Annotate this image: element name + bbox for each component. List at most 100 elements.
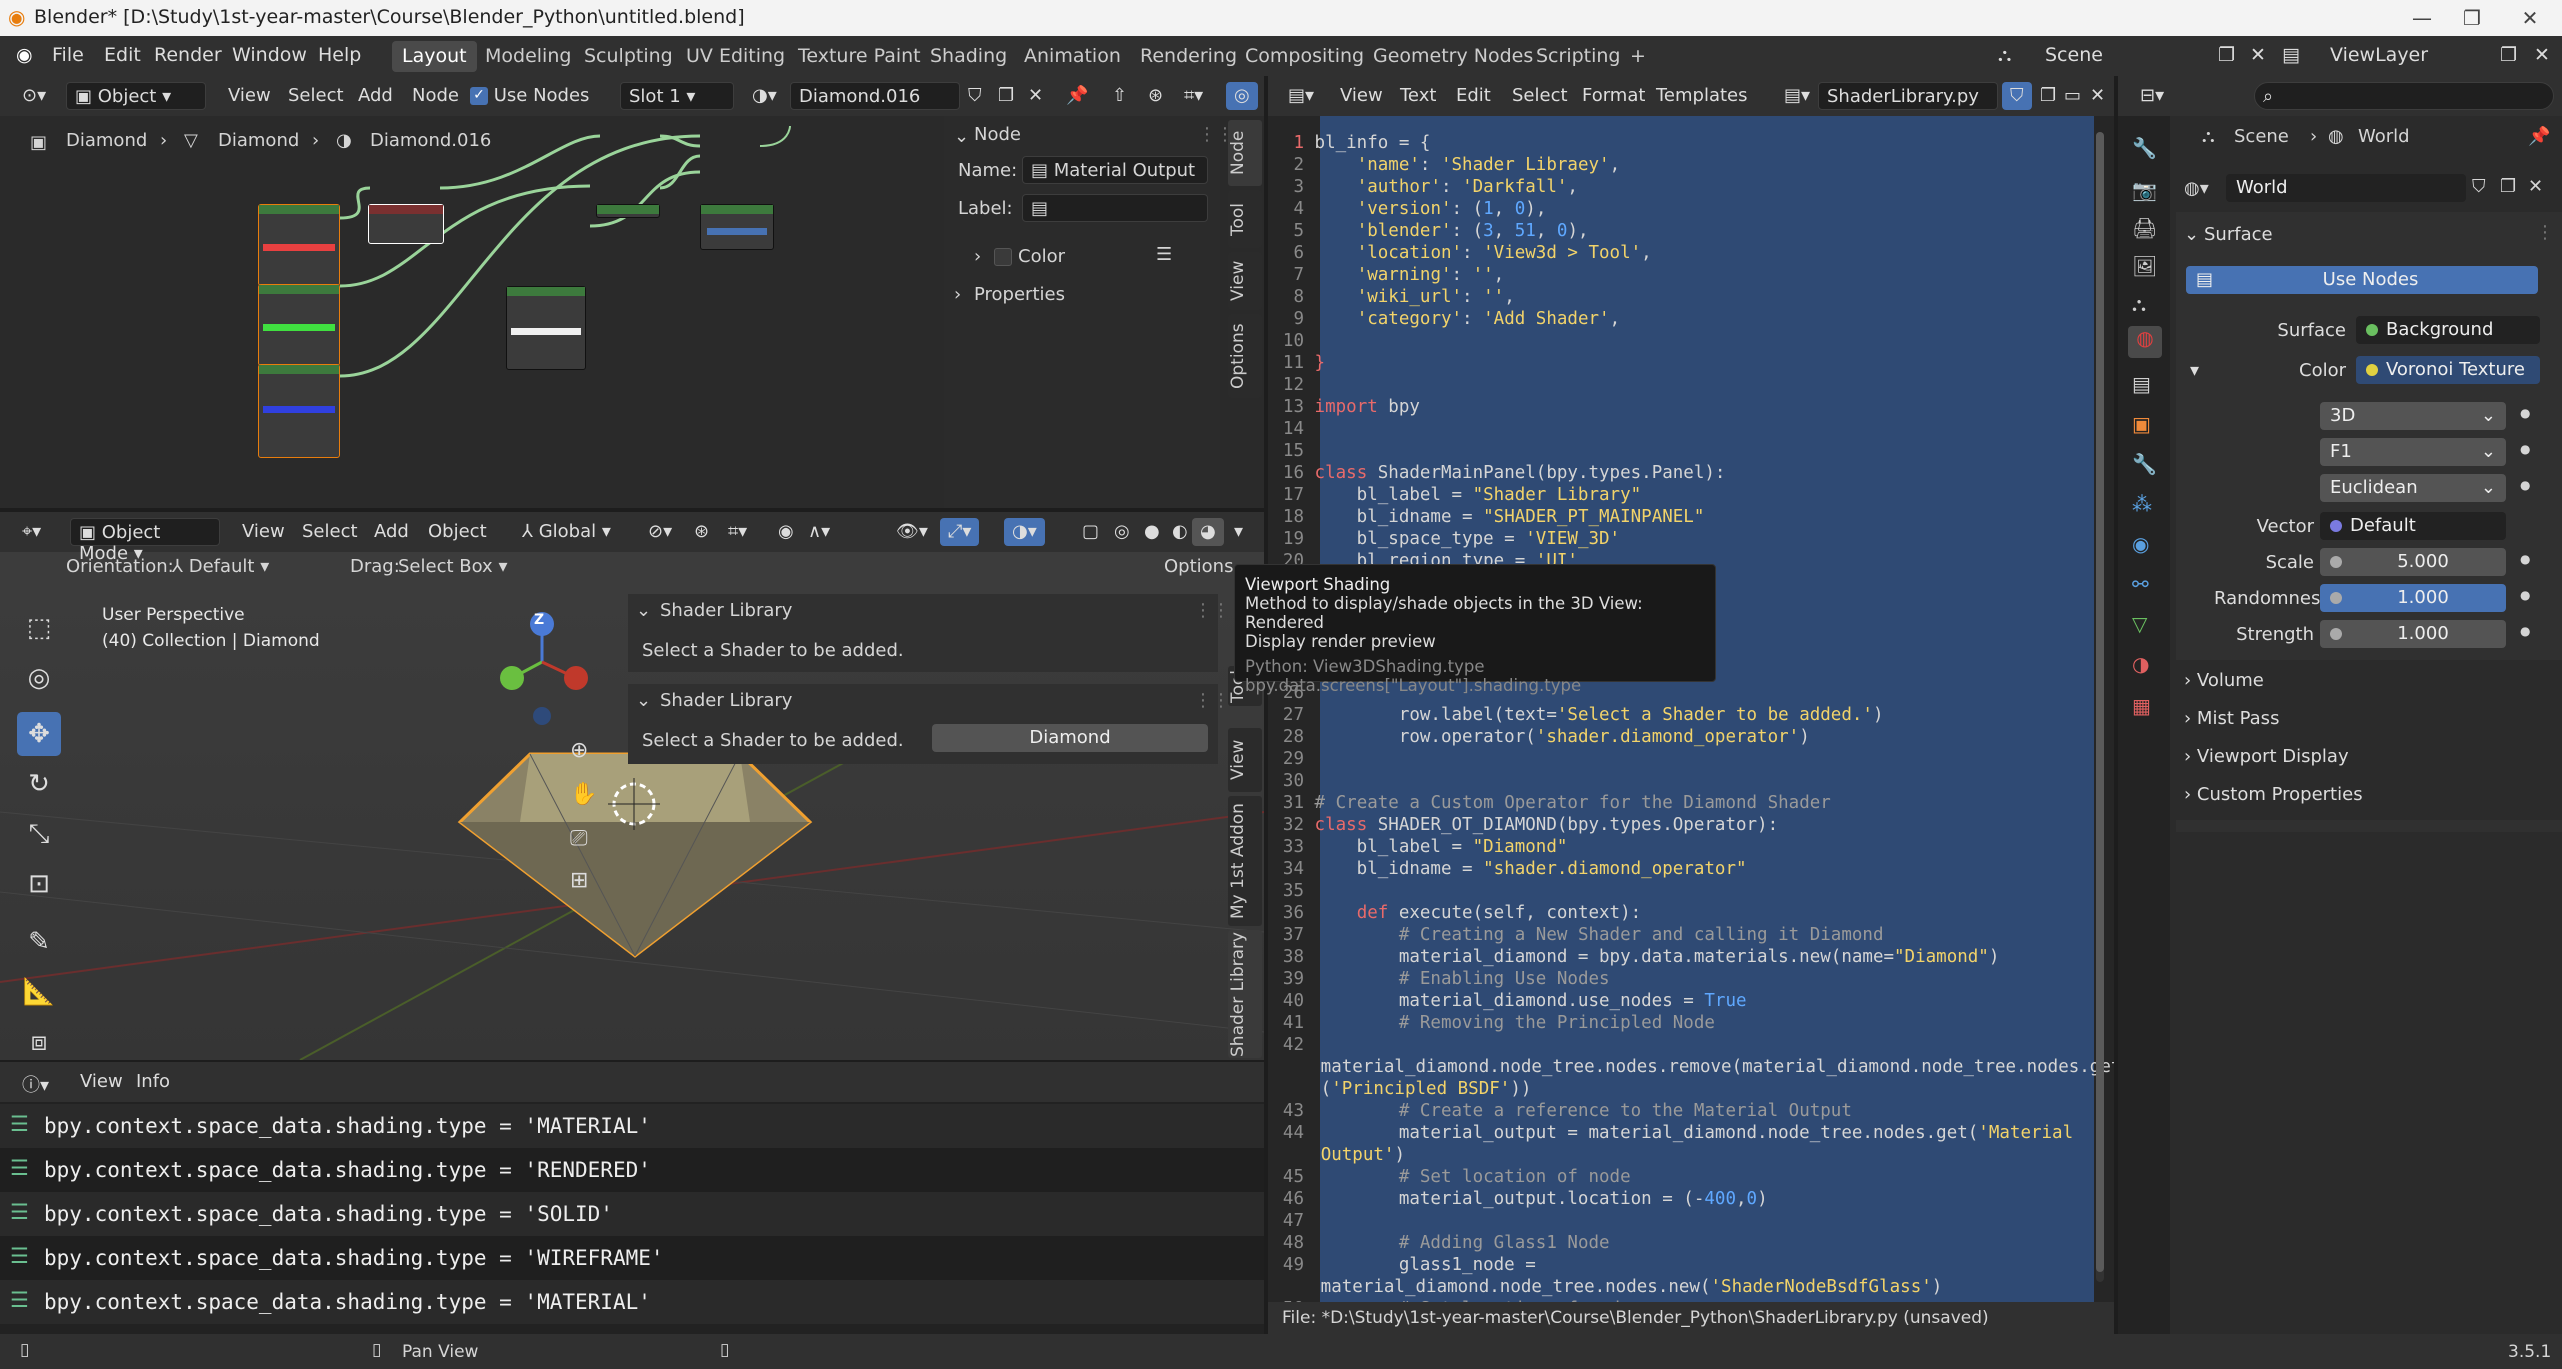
menu-add[interactable]: Add <box>350 82 401 110</box>
maximize-button[interactable]: ❐ <box>2442 2 2502 34</box>
unlink-world-icon[interactable]: ✕ <box>2528 176 2543 197</box>
data-tab-icon[interactable]: ▽ <box>2132 612 2147 636</box>
wireframe-shading-icon[interactable]: ◎ <box>1106 518 1138 546</box>
color-expand-icon[interactable]: › <box>974 246 981 267</box>
menu-node[interactable]: Node <box>404 82 467 110</box>
scrollbar-thumb[interactable] <box>2096 132 2104 1272</box>
editor-type-icon[interactable]: ⌖▾ <box>14 518 49 546</box>
drag-handle-icon[interactable]: ⋮⋮ <box>1194 600 1230 621</box>
add-workspace-button[interactable]: + <box>1620 41 1656 72</box>
xray-icon[interactable]: ▢ <box>1074 518 1107 546</box>
surface-value-field[interactable]: Background <box>2356 316 2540 344</box>
overlays-icon[interactable]: ◎ <box>1226 82 1258 110</box>
slot-dropdown[interactable]: Slot 1 ▾ <box>620 82 734 110</box>
tab-sculpting[interactable]: Sculpting <box>574 41 683 72</box>
falloff-icon[interactable]: ∧▾ <box>800 518 838 546</box>
menu-view[interactable]: View <box>234 518 293 546</box>
transform-tool[interactable]: ⊡ <box>17 862 61 906</box>
scale-field[interactable]: 5.000 <box>2320 548 2506 576</box>
collapse-icon[interactable]: ⌄ <box>636 600 651 621</box>
proportional-edit-icon[interactable]: ◉ <box>770 518 802 546</box>
menu-view[interactable]: View <box>72 1068 131 1096</box>
randomness-slider[interactable]: 1.000 <box>2320 584 2506 612</box>
volume-section[interactable]: › Volume <box>2184 670 2264 691</box>
overlay-icon[interactable]: ◑▾ <box>1004 518 1045 546</box>
color-presets-icon[interactable]: ☰ <box>1156 244 1172 265</box>
text-browse-icon[interactable]: ▤▾ <box>1776 82 1818 110</box>
console-entry[interactable]: ☰ bpy.context.space_data.shading.type = '… <box>0 1192 1264 1236</box>
text-name-field[interactable]: ShaderLibrary.py <box>1818 82 1998 110</box>
orientation-dropdown[interactable]: ⅄ Default ▾ <box>172 556 269 577</box>
tab-uv-editing[interactable]: UV Editing <box>676 41 795 72</box>
tab-my-1st-addon[interactable]: My 1st Addon <box>1228 796 1262 926</box>
solid-shading-icon[interactable]: ● <box>1136 518 1168 546</box>
metric-dropdown[interactable]: Euclidean ⌄ <box>2320 474 2506 502</box>
keyframe-dot-icon[interactable]: ● <box>2520 442 2530 456</box>
viewlayer-close-icon[interactable]: ✕ <box>2534 44 2550 66</box>
scene-copy-icon[interactable]: ❐ <box>2218 44 2235 66</box>
unlink-text-icon[interactable]: ✕ <box>2082 82 2113 110</box>
fake-user-icon[interactable]: ⛉ <box>2472 176 2486 197</box>
material-name-field[interactable]: Diamond.016 <box>790 82 960 110</box>
scrollbar-track[interactable] <box>2096 132 2104 1282</box>
custom-properties-section[interactable]: › Custom Properties <box>2184 784 2363 805</box>
constraints-tab-icon[interactable]: ⚯ <box>2132 572 2149 596</box>
rendered-shading-icon[interactable]: ◕ <box>1192 518 1224 546</box>
color-value-field[interactable]: Voronoi Texture <box>2356 356 2540 384</box>
pin-icon[interactable]: 📌 <box>1058 82 1096 110</box>
keyframe-dot-icon[interactable]: ● <box>2520 624 2530 638</box>
object-type-dropdown[interactable]: ▣ Object ▾ <box>66 82 206 110</box>
tab-options[interactable]: Options <box>1228 314 1262 398</box>
visibility-icon[interactable]: 👁▾ <box>888 518 936 546</box>
output-tab-icon[interactable]: 🖨 <box>2132 216 2157 240</box>
physics-tab-icon[interactable]: ◉ <box>2132 532 2149 556</box>
measure-tool[interactable]: 📐 <box>17 970 61 1014</box>
particles-tab-icon[interactable]: ⁂ <box>2132 492 2152 516</box>
collapse-icon[interactable]: ⌄ <box>636 690 651 711</box>
strength-field[interactable]: 1.000 <box>2320 620 2506 648</box>
snap-icon[interactable]: ⊛ <box>1140 82 1171 110</box>
menu-select[interactable]: Select <box>1504 82 1576 110</box>
drag-dropdown[interactable]: Select Box ▾ <box>398 556 507 577</box>
texture-tab-icon[interactable]: ▦ <box>2132 694 2151 718</box>
surface-collapse-icon[interactable]: ⌄ <box>2184 224 2199 245</box>
properties-editor[interactable]: ⊟▾ ⌕ 🔧 📷 🖨 🖼 ⛬ ◍ ▤ ▣ 🔧 ⁂ ◉ ⚯ ▽ ◑ ▦ ⛬ Sce… <box>2118 76 2562 1334</box>
material-shading-icon[interactable]: ◐ <box>1164 518 1196 546</box>
viewlayer-name[interactable]: ViewLayer <box>2330 44 2428 66</box>
object-tab-icon[interactable]: ▣ <box>2132 412 2151 436</box>
tab-shader-library[interactable]: Shader Library <box>1228 930 1262 1058</box>
console-entry[interactable]: ☰ bpy.context.space_data.shading.type = '… <box>0 1148 1264 1192</box>
node-name-field[interactable]: ▤ Material Output <box>1022 156 1208 184</box>
tab-animation[interactable]: Animation <box>1014 41 1131 72</box>
transform-orientation-dropdown[interactable]: ⅄ Global ▾ <box>514 518 619 546</box>
editor-type-icon[interactable]: ⓘ▾ <box>14 1068 57 1096</box>
code-view[interactable]: 1 bl_info = {2 'name': 'Shader Libraey',… <box>1268 110 2114 1334</box>
pin-icon[interactable]: 📌 <box>2528 126 2550 147</box>
diamond-button[interactable]: Diamond <box>932 724 1208 752</box>
properties-search-field[interactable]: ⌕ <box>2254 82 2554 110</box>
scale-tool[interactable]: ⤡ <box>17 812 61 856</box>
keyframe-dot-icon[interactable]: ● <box>2520 588 2530 602</box>
mode-dropdown[interactable]: ▣ Object Mode ▾ <box>70 518 220 564</box>
add-shader-node-1[interactable] <box>596 204 660 218</box>
glass-bsdf-node-2[interactable] <box>258 284 340 366</box>
menu-edit[interactable]: Edit <box>1448 82 1499 110</box>
menu-window[interactable]: Window <box>232 44 307 66</box>
ortho-grid-icon[interactable]: ⊞ <box>570 868 588 893</box>
tab-texture-paint[interactable]: Texture Paint <box>788 41 931 72</box>
snap-options-icon[interactable]: ⌗▾ <box>1176 82 1211 110</box>
drag-handle-icon[interactable]: ⋮⋮ <box>2536 222 2562 243</box>
tab-compositing[interactable]: Compositing <box>1235 41 1374 72</box>
3d-viewport[interactable]: ⌖▾ ▣ Object Mode ▾ View Select Add Objec… <box>0 512 1264 1060</box>
select-box-tool[interactable]: ⬚ <box>17 606 61 650</box>
tab-view[interactable]: View <box>1228 252 1262 310</box>
material-browse-icon[interactable]: ◑▾ <box>744 82 785 110</box>
tool-tab-icon[interactable]: 🔧 <box>2132 136 2157 160</box>
tab-view[interactable]: View <box>1228 728 1262 792</box>
unlink-material-icon[interactable]: ✕ <box>1020 82 1051 110</box>
glass-bsdf-node-3[interactable] <box>258 364 340 458</box>
snap-target-icon[interactable]: ⌗▾ <box>720 518 755 546</box>
scene-tab-icon[interactable]: ⛬ <box>2132 292 2146 316</box>
shader-node-editor[interactable]: ⊙▾ ▣ Object ▾ View Select Add Node ✓ Use… <box>0 76 1264 508</box>
add-cube-tool[interactable]: ⧈ <box>17 1020 61 1060</box>
